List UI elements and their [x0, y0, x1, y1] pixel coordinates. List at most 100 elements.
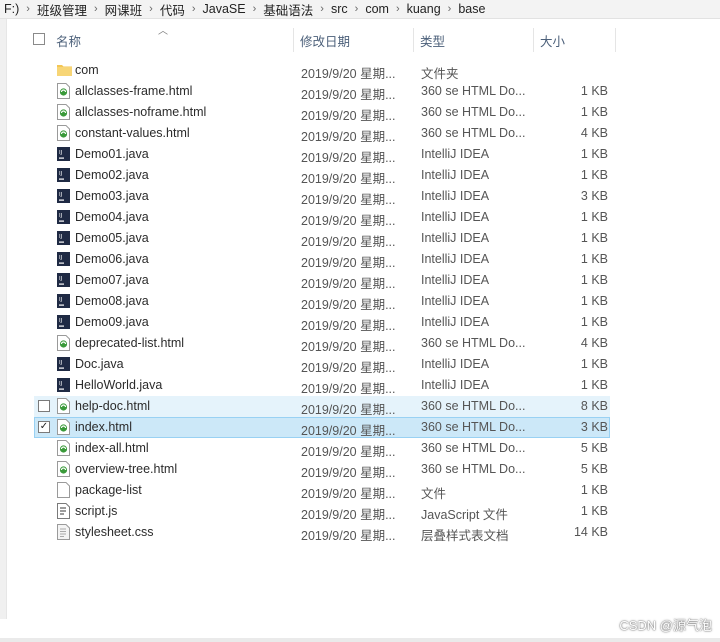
file-size: 1 KB — [580, 294, 608, 308]
html-file-icon — [57, 83, 70, 99]
file-row[interactable]: help-doc.html 2019/9/20 星期... 360 se HTML … — [0, 396, 720, 417]
file-row[interactable]: IJ Demo02.java 2019/9/20 星期... IntelliJ IDE… — [0, 165, 720, 186]
file-name: com — [75, 63, 99, 77]
breadcrumb[interactable]: F:) › 班级管理 › 网课班 › 代码 › JavaSE › 基础语法 › src › com › kuan… — [0, 0, 720, 19]
breadcrumb-item[interactable]: 代码 — [156, 0, 189, 18]
java-file-icon: IJ — [57, 209, 70, 225]
file-type: IntelliJ IDEA — [421, 147, 490, 161]
file-row[interactable]: script.js 2019/9/20 星期... JavaScript 文件 1 K… — [0, 501, 720, 522]
file-row[interactable]: IJ Demo03.java 2019/9/20 星期... IntelliJ IDE… — [0, 186, 720, 207]
java-file-icon: IJ — [57, 251, 70, 267]
column-header-row: 名称 修改日期 类型 大小 — [26, 28, 616, 52]
file-row[interactable]: deprecated-list.html 2019/9/20 星期... 360 s… — [0, 333, 720, 354]
file-name: overview-tree.html — [75, 462, 178, 476]
html-file-icon — [57, 419, 70, 435]
chevron-right-icon[interactable]: › — [189, 3, 199, 15]
folder-icon — [57, 62, 72, 78]
breadcrumb-item[interactable]: base — [454, 2, 489, 16]
file-row[interactable]: package-list 2019/9/20 星期... 文件 1 KB — [0, 480, 720, 501]
file-type: IntelliJ IDEA — [421, 231, 490, 245]
file-name: HelloWorld.java — [75, 378, 163, 392]
breadcrumb-item[interactable]: F:) — [0, 2, 23, 16]
file-date: 2019/9/20 星期... — [301, 256, 396, 270]
html-file-icon — [57, 104, 70, 120]
file-name: constant-values.html — [75, 126, 190, 140]
file-type: 360 se HTML Do... — [421, 105, 526, 119]
breadcrumb-item[interactable]: 班级管理 — [33, 0, 91, 18]
file-date: 2019/9/20 星期... — [301, 298, 396, 312]
file-size: 5 KB — [580, 462, 608, 476]
svg-text:IJ: IJ — [59, 381, 63, 387]
file-name: allclasses-noframe.html — [75, 105, 207, 119]
file-size: 1 KB — [580, 315, 608, 329]
file-date: 2019/9/20 星期... — [301, 361, 396, 375]
column-header-type[interactable]: 类型 — [414, 28, 534, 52]
chevron-right-icon[interactable]: › — [445, 3, 455, 15]
breadcrumb-item[interactable]: src — [327, 2, 352, 16]
file-name: Demo04.java — [75, 210, 149, 224]
file-row[interactable]: IJ Demo01.java 2019/9/20 星期... IntelliJ IDE… — [0, 144, 720, 165]
breadcrumb-item[interactable]: kuang — [403, 2, 445, 16]
file-row[interactable]: IJ HelloWorld.java 2019/9/20 星期... IntelliJ… — [0, 375, 720, 396]
file-size: 4 KB — [580, 126, 608, 140]
chevron-right-icon[interactable]: › — [317, 3, 327, 15]
file-type: 文件 — [421, 487, 447, 501]
breadcrumb-item[interactable]: com — [361, 2, 393, 16]
file-date: 2019/9/20 星期... — [301, 424, 396, 438]
breadcrumb-item[interactable]: JavaSE — [199, 2, 250, 16]
svg-text:IJ: IJ — [59, 171, 63, 177]
file-size: 8 KB — [580, 399, 608, 413]
file-size: 3 KB — [580, 420, 608, 434]
file-name: Demo07.java — [75, 273, 149, 287]
column-header-size[interactable]: 大小 — [534, 28, 616, 52]
file-row[interactable]: ✓ index.html 2019/9/20 星期... 360 se HTML Do… — [0, 417, 720, 438]
svg-text:IJ: IJ — [59, 360, 63, 366]
file-type: 360 se HTML Do... — [421, 420, 526, 434]
file-row[interactable]: com 2019/9/20 星期... 文件夹 — [0, 60, 720, 81]
svg-text:IJ: IJ — [59, 150, 63, 156]
file-row[interactable]: IJ Demo09.java 2019/9/20 星期... IntelliJ IDE… — [0, 312, 720, 333]
file-name: Demo08.java — [75, 294, 149, 308]
file-date: 2019/9/20 星期... — [301, 88, 396, 102]
file-type: IntelliJ IDEA — [421, 294, 490, 308]
watermark: CSDN @源气泡 — [619, 618, 712, 633]
file-type: IntelliJ IDEA — [421, 315, 490, 329]
file-size: 4 KB — [580, 336, 608, 350]
status-bar-edge — [0, 638, 720, 642]
file-type: 360 se HTML Do... — [421, 336, 526, 350]
chevron-right-icon[interactable]: › — [23, 3, 33, 15]
file-name: index-all.html — [75, 441, 149, 455]
chevron-right-icon[interactable]: › — [250, 3, 260, 15]
file-row[interactable]: allclasses-noframe.html 2019/9/20 星期... 36… — [0, 102, 720, 123]
file-row[interactable]: IJ Demo04.java 2019/9/20 星期... IntelliJ IDE… — [0, 207, 720, 228]
file-row[interactable]: allclasses-frame.html 2019/9/20 星期... 360 … — [0, 81, 720, 102]
file-row[interactable]: constant-values.html 2019/9/20 星期... 360 s… — [0, 123, 720, 144]
column-header-date[interactable]: 修改日期 — [294, 28, 414, 52]
file-size: 1 KB — [580, 378, 608, 392]
chevron-right-icon[interactable]: › — [91, 3, 101, 15]
file-row[interactable]: IJ Doc.java 2019/9/20 星期... IntelliJ IDEA 1 … — [0, 354, 720, 375]
java-file-icon: IJ — [57, 293, 70, 309]
file-row[interactable]: IJ Demo05.java 2019/9/20 星期... IntelliJ IDE… — [0, 228, 720, 249]
file-date: 2019/9/20 星期... — [301, 403, 396, 417]
file-size: 1 KB — [580, 483, 608, 497]
file-row[interactable]: IJ Demo06.java 2019/9/20 星期... IntelliJ IDE… — [0, 249, 720, 270]
breadcrumb-item[interactable]: 网课班 — [101, 0, 147, 18]
file-size: 1 KB — [580, 504, 608, 518]
file-name: Demo01.java — [75, 147, 149, 161]
html-file-icon — [57, 125, 70, 141]
file-row[interactable]: index-all.html 2019/9/20 星期... 360 se HTML… — [0, 438, 720, 459]
row-checkbox[interactable]: ✓ — [38, 421, 50, 433]
file-name: help-doc.html — [75, 399, 151, 413]
breadcrumb-item[interactable]: 基础语法 — [259, 0, 317, 18]
chevron-right-icon[interactable]: › — [352, 3, 362, 15]
column-header-name[interactable]: 名称 — [26, 28, 294, 52]
file-row[interactable]: stylesheet.css 2019/9/20 星期... 层叠样式表文档 14 K… — [0, 522, 720, 543]
row-checkbox[interactable] — [38, 400, 50, 412]
file-row[interactable]: IJ Demo07.java 2019/9/20 星期... IntelliJ IDE… — [0, 270, 720, 291]
file-row[interactable]: overview-tree.html 2019/9/20 星期... 360 se … — [0, 459, 720, 480]
file-row[interactable]: IJ Demo08.java 2019/9/20 星期... IntelliJ IDE… — [0, 291, 720, 312]
chevron-right-icon[interactable]: › — [146, 3, 156, 15]
svg-text:IJ: IJ — [59, 297, 63, 303]
chevron-right-icon[interactable]: › — [393, 3, 403, 15]
